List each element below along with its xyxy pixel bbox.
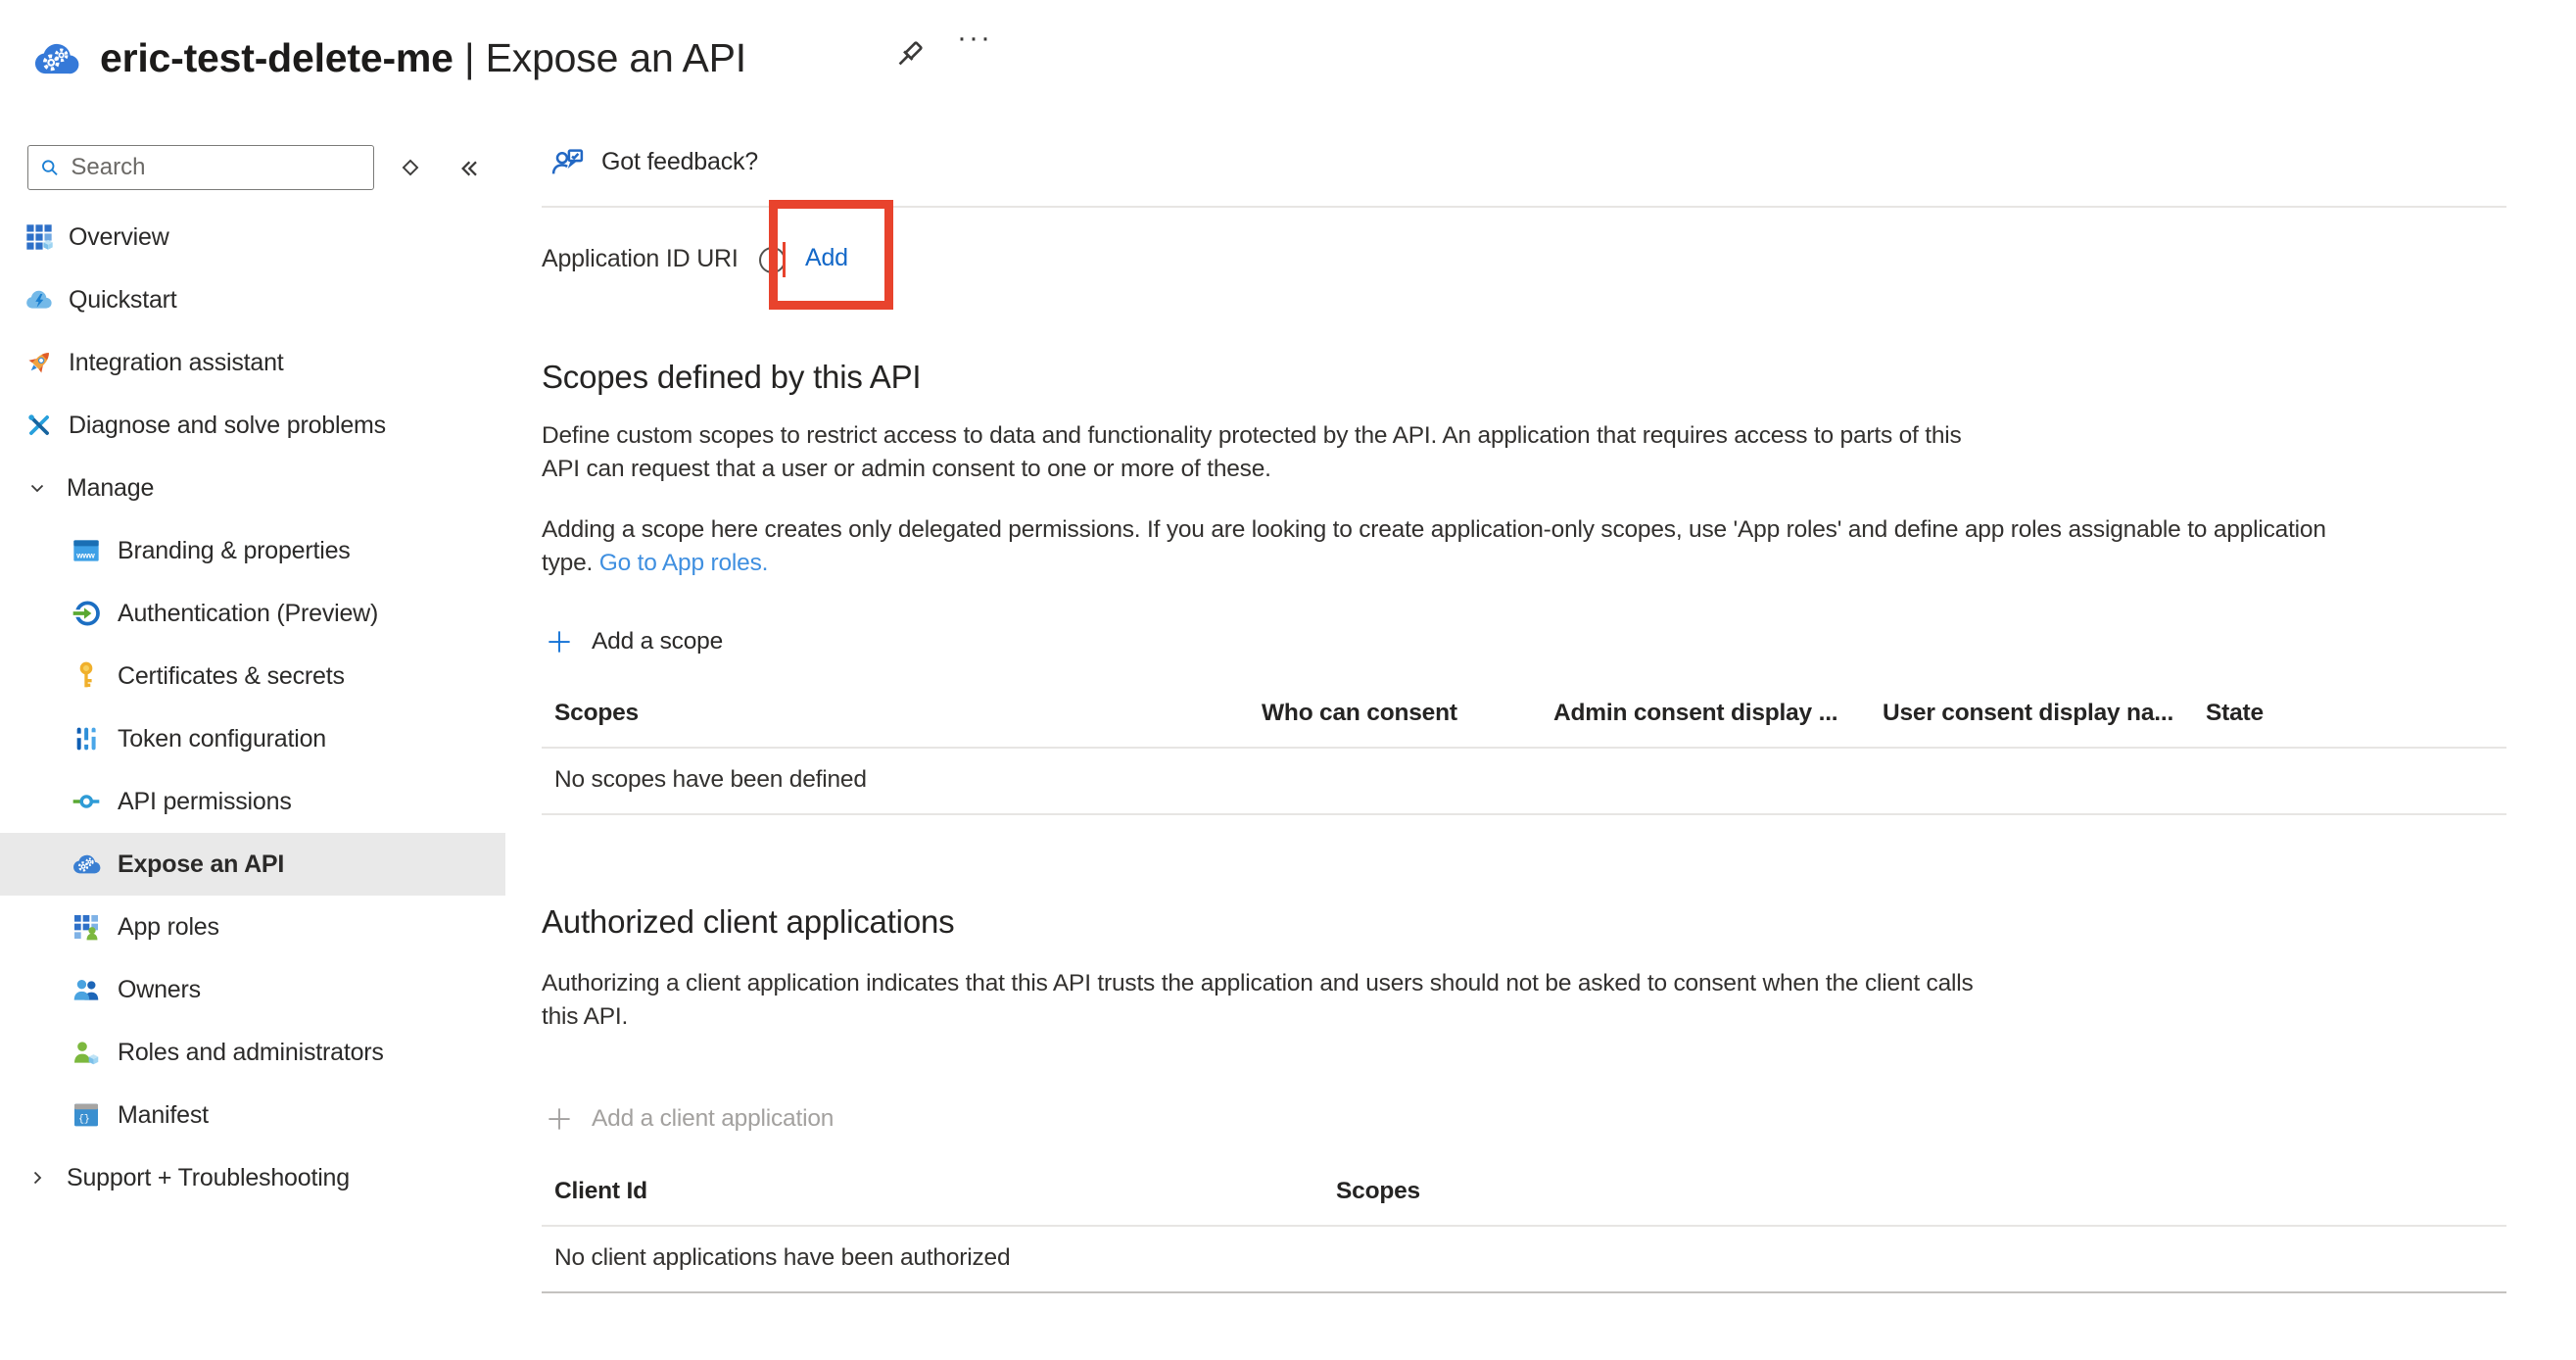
scopes-table-header-divider	[542, 747, 2506, 749]
pin-icon[interactable]	[889, 35, 932, 78]
blade-name: | Expose an API	[464, 35, 746, 80]
sidebar-item-label: Authentication (Preview)	[118, 600, 378, 628]
clients-section-heading: Authorized client applications	[542, 903, 954, 941]
sidebar-item-label: Certificates & secrets	[118, 662, 345, 691]
sidebar-item-api-permissions[interactable]: API permissions	[0, 770, 505, 833]
clients-table-header-divider	[542, 1225, 2506, 1227]
sidebar-item-label: Manage	[67, 474, 154, 503]
scopes-table-bottom-divider	[542, 813, 2506, 815]
azure-portal-page: eric-test-delete-me | Expose an API ···	[0, 0, 2576, 1360]
overview-grid-icon	[24, 221, 55, 253]
sidebar-search	[27, 145, 374, 190]
sidebar-item-integration-assistant[interactable]: Integration assistant	[0, 331, 505, 394]
browser-window-icon: www	[71, 535, 102, 566]
sidebar-item-token-configuration[interactable]: Token configuration	[0, 707, 505, 770]
sidebar-item-label: Quickstart	[69, 286, 177, 315]
scopes-section-heading: Scopes defined by this API	[542, 359, 921, 396]
sidebar-item-branding[interactable]: www Branding & properties	[0, 519, 505, 582]
sidebar-item-owners[interactable]: Owners	[0, 958, 505, 1021]
plus-icon	[545, 1104, 574, 1134]
scopes-section-note: Adding a scope here creates only delegat…	[542, 513, 2326, 580]
col-header-user-consent-display[interactable]: User consent display na...	[1883, 700, 2173, 727]
application-id-uri-label: Application ID URI	[542, 245, 739, 273]
sidebar-item-label: Diagnose and solve problems	[69, 412, 386, 440]
col-header-client-id[interactable]: Client Id	[554, 1178, 647, 1205]
rocket-icon	[24, 347, 55, 378]
page-title: eric-test-delete-me | Expose an API	[100, 35, 746, 81]
plus-icon	[545, 627, 574, 656]
app-name: eric-test-delete-me	[100, 35, 453, 80]
col-header-state[interactable]: State	[2206, 700, 2264, 727]
sidebar-item-label: Roles and administrators	[118, 1039, 384, 1067]
clients-section-description: Authorizing a client application indicat…	[542, 967, 1974, 1034]
col-header-who-can-consent[interactable]: Who can consent	[1262, 700, 1457, 727]
sidebar-item-certificates[interactable]: Certificates & secrets	[0, 645, 505, 707]
scopes-section-description: Define custom scopes to restrict access …	[542, 419, 1962, 486]
col-header-scopes[interactable]: Scopes	[554, 700, 639, 727]
add-application-id-uri-link[interactable]: Add	[805, 244, 848, 272]
sidebar-item-roles-and-administrators[interactable]: Roles and administrators	[0, 1021, 505, 1084]
note-text: Adding a scope here creates only delegat…	[542, 516, 2326, 576]
app-cloud-gears-logo	[25, 33, 86, 89]
diamond-expand-icon[interactable]	[396, 153, 429, 186]
clients-empty-row: No client applications have been authori…	[554, 1244, 1010, 1272]
search-icon	[38, 155, 61, 180]
authentication-icon	[71, 598, 102, 629]
tools-icon	[24, 410, 55, 441]
scopes-empty-row: No scopes have been defined	[554, 766, 867, 794]
key-icon	[71, 660, 102, 692]
sliders-icon	[71, 723, 102, 754]
go-to-app-roles-link[interactable]: Go to App roles.	[599, 550, 769, 576]
sidebar-item-quickstart[interactable]: Quickstart	[0, 268, 505, 331]
sidebar-item-app-roles[interactable]: App roles	[0, 896, 505, 958]
sidebar-nav: Overview Quickstart	[0, 206, 505, 1209]
roles-admin-icon	[71, 1037, 102, 1068]
app-roles-icon	[71, 911, 102, 943]
more-options-icon[interactable]: ···	[948, 22, 1001, 65]
sidebar-item-label: Branding & properties	[118, 537, 351, 565]
sidebar-item-label: Support + Troubleshooting	[67, 1164, 350, 1192]
sidebar-item-diagnose[interactable]: Diagnose and solve problems	[0, 394, 505, 457]
svg-text:{}: {}	[78, 1114, 89, 1126]
clients-table-bottom-divider	[542, 1291, 2506, 1293]
chevron-right-icon	[25, 1162, 49, 1193]
add-a-client-application-label: Add a client application	[592, 1105, 834, 1133]
search-input[interactable]	[71, 154, 363, 181]
cloud-gears-icon	[71, 849, 102, 880]
col-header-admin-consent-display[interactable]: Admin consent display ...	[1553, 700, 1837, 727]
annotation-red-tick	[783, 242, 786, 277]
sidebar-group-support-troubleshooting[interactable]: Support + Troubleshooting	[0, 1146, 505, 1209]
chevron-down-icon	[25, 472, 49, 504]
quickstart-cloud-icon	[24, 284, 55, 316]
sidebar-group-manage[interactable]: Manage	[0, 457, 505, 519]
collapse-menu-icon[interactable]	[453, 153, 486, 186]
got-feedback-button[interactable]: Got feedback?	[549, 143, 758, 180]
sidebar-item-expose-an-api[interactable]: Expose an API	[0, 833, 505, 896]
sidebar-item-label: Expose an API	[118, 850, 284, 879]
sidebar-item-manifest[interactable]: {} Manifest	[0, 1084, 505, 1146]
got-feedback-label: Got feedback?	[601, 148, 758, 176]
sidebar-item-label: Token configuration	[118, 725, 326, 753]
sidebar-item-authentication[interactable]: Authentication (Preview)	[0, 582, 505, 645]
owners-icon	[71, 974, 102, 1005]
sidebar-item-label: API permissions	[118, 788, 292, 816]
feedback-icon	[549, 143, 586, 180]
sidebar-item-label: Manifest	[118, 1101, 209, 1130]
sidebar: Overview Quickstart	[0, 127, 505, 1360]
sidebar-item-label: Integration assistant	[69, 349, 284, 377]
svg-text:www: www	[75, 551, 95, 559]
sidebar-item-overview[interactable]: Overview	[0, 206, 505, 268]
add-a-scope-button[interactable]: Add a scope	[545, 627, 723, 656]
sidebar-item-label: App roles	[118, 913, 219, 942]
add-a-client-application-button[interactable]: Add a client application	[545, 1104, 834, 1134]
sidebar-item-label: Owners	[118, 976, 201, 1004]
col-header-client-scopes[interactable]: Scopes	[1336, 1178, 1420, 1205]
manifest-icon: {}	[71, 1099, 102, 1131]
api-permissions-icon	[71, 786, 102, 817]
add-a-scope-label: Add a scope	[592, 628, 723, 656]
sidebar-item-label: Overview	[69, 223, 169, 252]
